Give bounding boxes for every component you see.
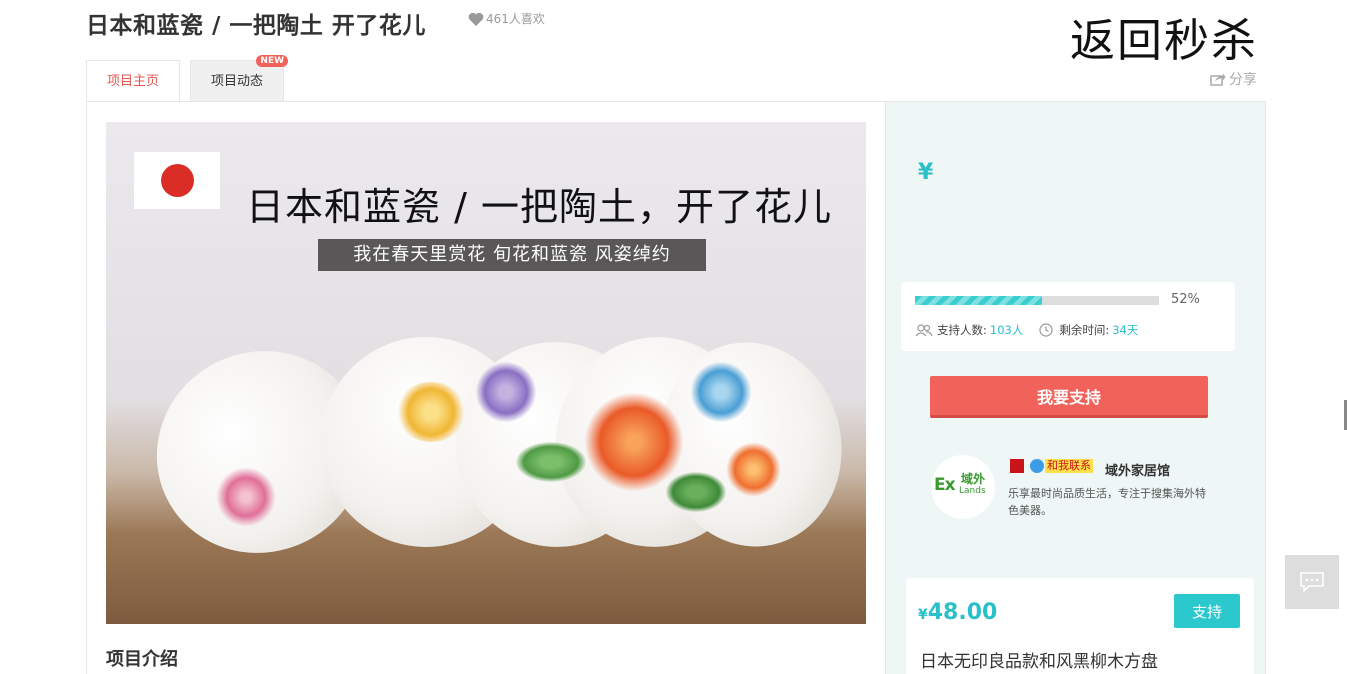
page-title: 日本和蓝瓷 / 一把陶土 开了花儿: [86, 13, 426, 39]
tab-project-updates-label: 项目动态: [211, 74, 264, 89]
back-to-flash-sale-link[interactable]: 返回秒杀: [1070, 4, 1258, 69]
contact-me-link[interactable]: 和我联系: [1045, 459, 1093, 473]
shop-badges: 和我联系: [1010, 459, 1093, 473]
progress-card: 52% 支持人数: 103人 剩余时间: 34天: [901, 282, 1235, 351]
supporters-label: 支持人数:: [937, 323, 987, 337]
support-button[interactable]: 我要支持: [930, 376, 1208, 418]
supporters-value: 103人: [989, 323, 1024, 337]
flower-decoration: [396, 382, 466, 442]
flower-decoration: [726, 442, 781, 497]
clock-icon: [1039, 323, 1053, 337]
share-label: 分享: [1229, 72, 1257, 88]
tab-project-home[interactable]: 项目主页: [86, 60, 181, 102]
likes-counter[interactable]: 461人喜欢: [468, 10, 545, 27]
hero-title: 日本和蓝瓷 / 一把陶土，开了花儿: [246, 185, 832, 229]
shop-name[interactable]: 域外家居馆: [1105, 460, 1170, 479]
new-badge: NEW: [256, 55, 289, 67]
shop-logo[interactable]: Ex 域外 Lands: [931, 455, 995, 519]
share-icon: [1210, 73, 1226, 86]
hero-subtitle: 我在春天里赏花 旬花和蓝瓷 风姿绰约: [318, 239, 706, 271]
im-chat-icon[interactable]: [1030, 459, 1044, 473]
reward-price: ¥48.00: [918, 600, 997, 625]
leaf-decoration: [666, 472, 726, 512]
progress-bar: [915, 296, 1159, 305]
users-icon: [915, 323, 933, 336]
reward-support-button[interactable]: 支持: [1174, 594, 1240, 628]
flower-decoration: [216, 467, 276, 527]
hero-banner-image: 日本和蓝瓷 / 一把陶土，开了花儿 我在春天里赏花 旬花和蓝瓷 风姿绰约: [106, 122, 866, 624]
flower-decoration: [476, 362, 536, 422]
shop-logo-lands: Lands: [959, 486, 986, 496]
funding-stats: 支持人数: 103人 剩余时间: 34天: [915, 322, 1138, 338]
progress-percent: 52%: [1171, 292, 1200, 307]
chat-button[interactable]: [1285, 555, 1339, 609]
chat-icon: [1300, 572, 1324, 593]
share-button[interactable]: 分享: [1210, 69, 1257, 89]
shop-logo-ex: Ex: [934, 475, 956, 495]
remaining-label: 剩余时间:: [1059, 323, 1110, 337]
shop-logo-cn: 域外: [961, 472, 986, 486]
flower-decoration: [584, 392, 684, 492]
remaining-value: 34天: [1112, 323, 1139, 337]
project-tabs: 项目主页 项目动态 NEW: [86, 55, 289, 102]
japan-flag-icon: [134, 152, 220, 209]
progress-bar-fill: [915, 296, 1042, 305]
reward-title: 日本无印良品款和风黑柳木方盘: [920, 652, 1158, 672]
project-intro-heading: 项目介绍: [106, 649, 178, 670]
shop-badge-icon: [1010, 459, 1024, 473]
reward-currency: ¥: [918, 607, 928, 623]
leaf-decoration: [516, 442, 586, 482]
shop-description: 乐享最时尚品质生活，专注于搜集海外特色美器。: [1008, 487, 1206, 517]
currency-symbol: ¥: [918, 160, 934, 185]
likes-label: 461人喜欢: [486, 12, 545, 26]
heart-icon: [468, 12, 484, 26]
tab-project-updates[interactable]: 项目动态 NEW: [190, 55, 289, 102]
reward-price-value: 48.00: [927, 600, 998, 625]
flower-decoration: [691, 362, 751, 422]
project-page: 日本和蓝瓷 / 一把陶土 开了花儿 461人喜欢 返回秒杀 项目主页 项目动态 …: [0, 0, 1347, 674]
